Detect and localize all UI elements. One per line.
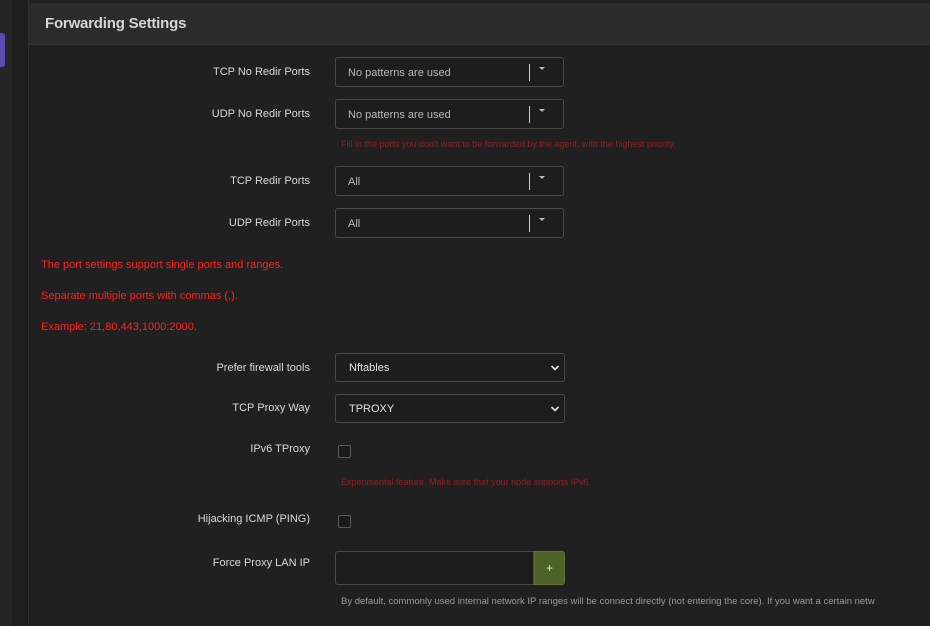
divider (529, 215, 530, 232)
no-redir-hint: Fill in the ports you don't want to be f… (341, 139, 676, 149)
hijack-icmp-label: Hijacking ICMP (PING) (197, 513, 310, 525)
tcp-proxy-way-value: TPROXY (349, 403, 395, 415)
tcp-no-redir-label: TCP No Redir Ports (213, 66, 310, 78)
caret-down-icon[interactable] (536, 105, 548, 117)
chevron-down-icon (550, 365, 560, 371)
tcp-proxy-way-label: TCP Proxy Way (232, 402, 310, 414)
udp-redir-value: All (348, 218, 361, 230)
firewall-tool-value: Nftables (349, 362, 390, 374)
udp-no-redir-dropdown[interactable]: No patterns are used (335, 99, 564, 129)
firewall-tool-label: Prefer firewall tools (216, 362, 310, 374)
force-proxy-lan-label: Force Proxy LAN IP (212, 557, 310, 569)
divider (529, 173, 530, 190)
tcp-no-redir-dropdown[interactable]: No patterns are used (335, 57, 564, 87)
divider (529, 106, 530, 123)
left-rail-active-indicator (0, 33, 5, 67)
ipv6-tproxy-hint: Experimental feature. Make sure that you… (341, 477, 592, 487)
port-note-ranges: The port settings support single ports a… (41, 259, 284, 271)
hijack-icmp-checkbox[interactable] (338, 515, 351, 528)
tcp-redir-dropdown[interactable]: All (335, 166, 564, 196)
force-proxy-lan-input[interactable] (335, 551, 534, 585)
tcp-redir-value: All (348, 176, 361, 188)
udp-no-redir-value: No patterns are used (348, 109, 451, 121)
divider (529, 64, 530, 81)
page-title: Forwarding Settings (45, 15, 187, 32)
udp-redir-label: UDP Redir Ports (228, 217, 310, 229)
tcp-proxy-way-select[interactable]: TPROXY (335, 394, 565, 423)
panel-header: Forwarding Settings (29, 3, 930, 45)
caret-down-icon[interactable] (536, 172, 548, 184)
caret-down-icon[interactable] (536, 63, 548, 75)
ipv6-tproxy-label: IPv6 TProxy (250, 443, 310, 455)
caret-down-icon[interactable] (536, 214, 548, 226)
udp-redir-dropdown[interactable]: All (335, 208, 564, 238)
force-proxy-lan-description: By default, commonly used internal netwo… (341, 596, 875, 607)
left-rail (0, 0, 12, 626)
tcp-no-redir-value: No patterns are used (348, 67, 451, 79)
add-button[interactable]: + (534, 551, 565, 585)
chevron-down-icon (550, 406, 560, 412)
port-note-example: Example: 21,80,443,1000:2000. (41, 321, 197, 333)
tcp-redir-label: TCP Redir Ports (230, 175, 310, 187)
forwarding-settings-panel: Forwarding Settings (28, 0, 930, 626)
firewall-tool-select[interactable]: Nftables (335, 353, 565, 382)
udp-no-redir-label: UDP No Redir Ports (211, 108, 310, 120)
ipv6-tproxy-checkbox[interactable] (338, 445, 351, 458)
port-note-commas: Separate multiple ports with commas (,). (41, 290, 238, 302)
